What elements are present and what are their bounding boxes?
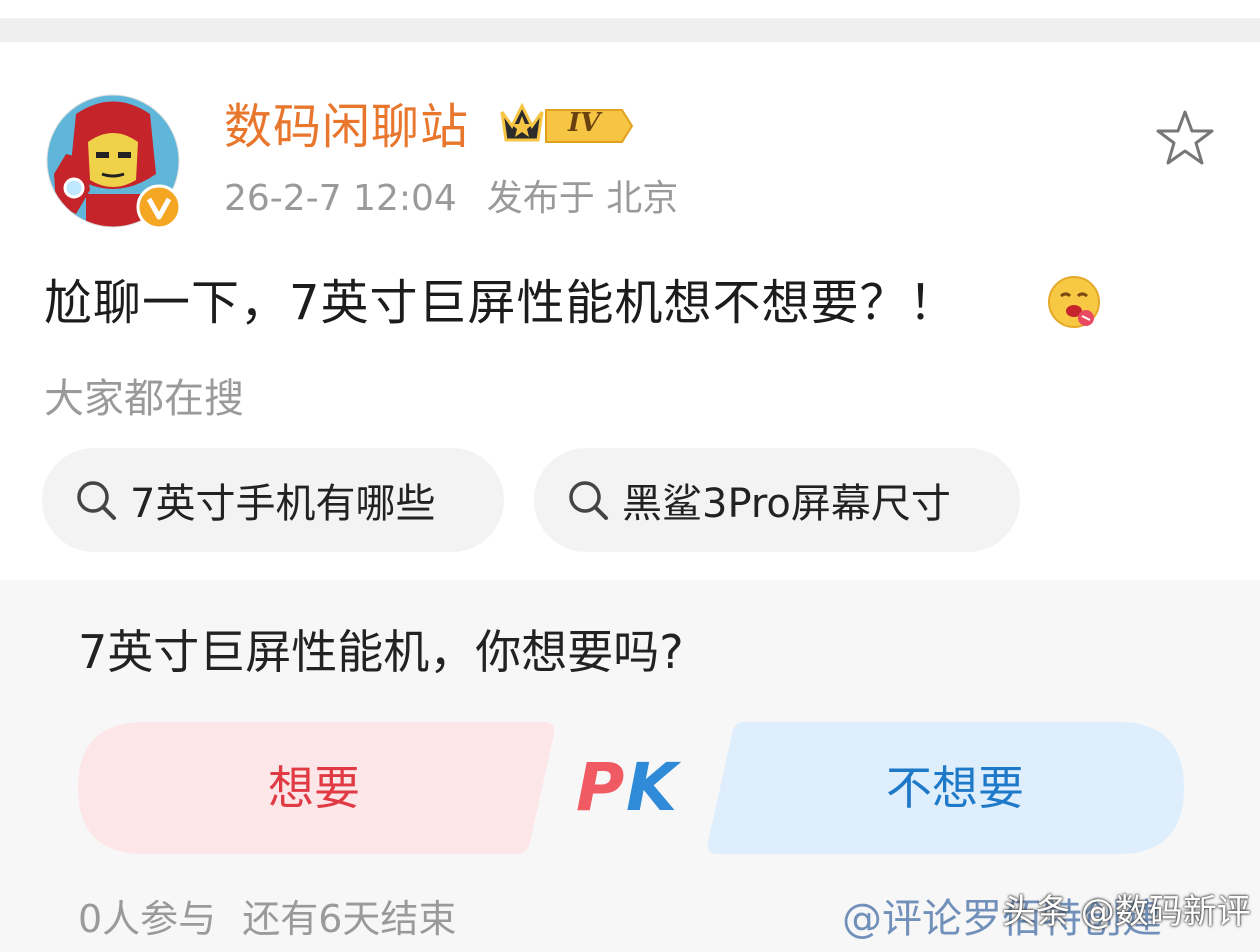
vote-yes-label: 想要 (268, 761, 360, 815)
poll-remaining: 还有6天结束 (242, 897, 457, 941)
vote-no-label: 不想要 (886, 761, 1024, 815)
drooling-emoji-icon (1046, 274, 1102, 330)
section-divider (0, 18, 1260, 42)
vip-level: IV (568, 108, 601, 138)
pk-k: K (626, 749, 682, 826)
post-timestamp: 26-2-7 12:04 (224, 178, 457, 219)
search-chip-label: 7英寸手机有哪些 (130, 481, 436, 527)
watermark: 头条 @数码新评 (1002, 892, 1251, 932)
poll-footer: 0人参与 还有6天结束 (78, 892, 456, 946)
author-name[interactable]: 数码闲聊站 (224, 96, 469, 158)
top-bar (0, 0, 1260, 18)
post-meta: 26-2-7 12:04 发布于 北京 (224, 174, 678, 224)
search-suggestion-chip[interactable]: 7英寸手机有哪些 (42, 448, 504, 552)
search-icon (72, 476, 120, 524)
vote-no-button[interactable]: 不想要 (706, 722, 1184, 854)
search-suggestion-chip[interactable]: 黑鲨3Pro屏幕尺寸 (534, 448, 1020, 552)
star-outline-icon[interactable] (1152, 106, 1218, 172)
poll-question: 7英寸巨屏性能机，你想要吗? (78, 625, 684, 679)
search-section-title: 大家都在搜 (44, 376, 244, 422)
pk-vs-label: P K (574, 748, 694, 828)
poll-participants: 0人参与 (78, 897, 217, 941)
crown-icon[interactable] (498, 100, 634, 152)
vote-yes-button[interactable]: 想要 (78, 722, 554, 854)
post-location: 发布于 北京 (486, 178, 679, 219)
pk-p: P (576, 749, 624, 826)
post-content: 尬聊一下，7英寸巨屏性能机想不想要？！ (44, 275, 958, 331)
search-icon (564, 476, 612, 524)
verified-v-icon (136, 184, 182, 230)
search-chip-label: 黑鲨3Pro屏幕尺寸 (622, 481, 951, 527)
